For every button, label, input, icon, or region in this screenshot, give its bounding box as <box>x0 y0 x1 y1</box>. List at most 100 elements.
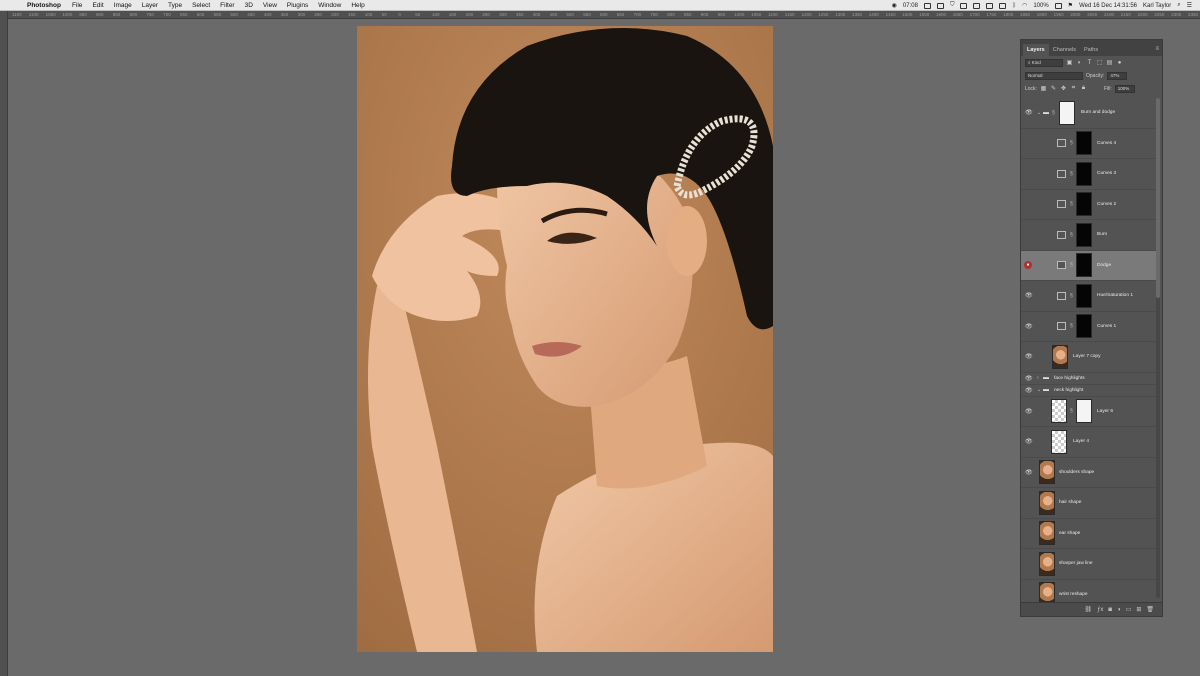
layer-name[interactable]: neck highlight <box>1054 388 1083 393</box>
layer-name[interactable]: Curves 2 <box>1097 202 1116 207</box>
menu-extra-icon[interactable] <box>923 2 931 9</box>
record-icon[interactable]: ◉ <box>892 2 897 9</box>
layer-name[interactable]: Layer 4 <box>1073 439 1089 444</box>
layer-thumbnail[interactable] <box>1039 551 1055 576</box>
layer-name[interactable]: shoulders shape <box>1059 470 1094 475</box>
curves-adjustment-icon[interactable] <box>1057 322 1066 331</box>
menu-image[interactable]: Image <box>114 2 132 9</box>
chevron-right-icon[interactable]: › <box>1037 375 1039 381</box>
menu-window[interactable]: Window <box>318 2 341 9</box>
lock-move-icon[interactable]: ✥ <box>1060 85 1067 92</box>
layer-name[interactable]: Hue/Saturation 1 <box>1097 293 1133 298</box>
layer-thumbnail[interactable] <box>1039 521 1055 546</box>
layer-row[interactable]: ear shape <box>1021 519 1157 549</box>
lock-all-icon[interactable]: 🔒︎ <box>1080 85 1087 92</box>
layer-name[interactable]: Layer 6 <box>1097 409 1113 414</box>
visibility-eye-icon[interactable]: 👁︎ <box>1025 292 1033 299</box>
visibility-eye-icon[interactable]: 👁︎ <box>1025 387 1033 394</box>
layer-name[interactable]: hair shape <box>1059 500 1081 505</box>
layer-name[interactable]: sharper jaw line <box>1059 561 1093 566</box>
layer-name[interactable]: face highlights <box>1054 376 1085 381</box>
layer-name[interactable]: ear shape <box>1059 531 1080 536</box>
shield-icon[interactable]: ⛉ <box>950 2 955 9</box>
layer-row[interactable]: hair shape <box>1021 488 1157 519</box>
layer-mask-thumbnail[interactable] <box>1076 314 1092 339</box>
username[interactable]: Karl Taylor <box>1143 3 1171 9</box>
horizontal-ruler[interactable]: 1160 1100 1050 1000 950 900 850 800 750 700 650 600… <box>8 11 1200 19</box>
curves-adjustment-icon[interactable] <box>1057 230 1066 239</box>
layer-row[interactable]: § Curves 4 <box>1021 129 1157 159</box>
layer-row[interactable]: 👁︎ Layer 4 <box>1021 427 1157 458</box>
hue-saturation-adjustment-icon[interactable] <box>1057 291 1066 300</box>
layer-row[interactable]: 👁︎ Layer 7 copy <box>1021 342 1157 373</box>
visibility-eye-icon[interactable]: 👁︎ <box>1025 375 1033 382</box>
chevron-down-icon[interactable]: ⌄ <box>1037 387 1041 393</box>
layer-mask-thumbnail[interactable] <box>1076 192 1092 217</box>
menu-plugins[interactable]: Plugins <box>287 2 308 9</box>
layer-mask-thumbnail[interactable] <box>1076 283 1092 308</box>
fx-icon[interactable]: ƒx <box>1097 607 1103 613</box>
new-group-icon[interactable]: ▭ <box>1126 606 1132 613</box>
layer-row[interactable]: 👁︎ § Hue/Saturation 1 <box>1021 281 1157 312</box>
layer-thumbnail[interactable] <box>1051 399 1067 424</box>
lock-brush-icon[interactable]: ✎ <box>1050 85 1057 92</box>
layer-name[interactable]: Curves 3 <box>1097 171 1116 176</box>
tab-layers[interactable]: Layers <box>1023 44 1049 56</box>
layer-name[interactable]: wrist reshape <box>1059 592 1088 597</box>
menu-extra-icon[interactable] <box>986 2 994 9</box>
smart-object-filter-icon[interactable]: ▤ <box>1106 59 1113 66</box>
curves-adjustment-icon[interactable] <box>1057 139 1066 148</box>
layer-mask-thumbnail[interactable] <box>1059 100 1075 125</box>
wifi-icon[interactable]: ◠ <box>1022 2 1027 9</box>
visibility-eye-icon[interactable]: 👁︎ <box>1025 109 1033 116</box>
adjustment-filter-icon[interactable]: ◐ <box>1076 60 1083 66</box>
layer-mask-thumbnail[interactable] <box>1076 253 1092 278</box>
layer-thumbnail[interactable] <box>1039 460 1055 485</box>
scrollbar-thumb[interactable] <box>1156 98 1160 298</box>
layer-mask-thumbnail[interactable] <box>1076 222 1092 247</box>
panel-menu-icon[interactable]: ≡ <box>1155 46 1159 52</box>
layer-row[interactable]: 👁︎ § Layer 6 <box>1021 397 1157 427</box>
datetime[interactable]: Wed 16 Dec 14:31:56 <box>1079 3 1137 9</box>
control-center-icon[interactable]: ☰ <box>1187 2 1192 9</box>
menu-view[interactable]: View <box>263 2 277 9</box>
tab-paths[interactable]: Paths <box>1080 44 1102 56</box>
blend-mode-select[interactable]: Normal <box>1025 71 1083 80</box>
app-menu[interactable]: Photoshop <box>27 2 61 9</box>
menu-extra-icon[interactable] <box>999 2 1007 9</box>
battery-icon[interactable] <box>1054 2 1062 9</box>
pixel-filter-icon[interactable]: ▣ <box>1066 59 1073 66</box>
visibility-eye-icon[interactable]: 👁︎ <box>1025 323 1033 330</box>
layer-row[interactable]: § Curves 2 <box>1021 190 1157 220</box>
menu-file[interactable]: File <box>72 2 82 9</box>
layer-mask-thumbnail[interactable] <box>1076 131 1092 156</box>
layer-row[interactable]: § Curves 3 <box>1021 159 1157 190</box>
layer-row[interactable]: § Burn <box>1021 220 1157 251</box>
layer-row-folder[interactable]: 👁︎ › ▬ face highlights <box>1021 373 1157 385</box>
menu-extra-icon[interactable] <box>960 2 968 9</box>
visibility-eye-icon[interactable]: 👁︎ <box>1025 469 1033 476</box>
add-mask-icon[interactable]: ◙ <box>1108 607 1112 613</box>
menu-select[interactable]: Select <box>192 2 210 9</box>
layer-name[interactable]: Dodge <box>1097 263 1111 268</box>
layer-row-group[interactable]: 👁︎ ⌄ ▬ § Burn and dodge <box>1021 98 1157 129</box>
menu-extra-icon[interactable] <box>973 2 981 9</box>
layer-row[interactable]: 👁︎ shoulders shape <box>1021 458 1157 488</box>
flag-icon[interactable]: ⚑ <box>1068 2 1073 9</box>
layer-row[interactable]: sharper jaw line <box>1021 549 1157 580</box>
shape-filter-icon[interactable]: ⬚ <box>1096 59 1103 66</box>
layer-name[interactable]: Burn <box>1097 232 1107 237</box>
visibility-eye-icon[interactable]: ● <box>1024 261 1032 270</box>
menu-extra-icon[interactable] <box>936 2 944 9</box>
lock-transparency-icon[interactable]: ▦ <box>1040 85 1047 92</box>
menu-3d[interactable]: 3D <box>245 2 253 9</box>
visibility-eye-icon[interactable]: 👁︎ <box>1025 353 1033 360</box>
layer-thumbnail[interactable] <box>1051 429 1067 454</box>
adjustment-layer-icon[interactable]: ◑ <box>1117 607 1121 613</box>
curves-adjustment-icon[interactable] <box>1057 200 1066 209</box>
chevron-down-icon[interactable]: ⌄ <box>1037 110 1041 116</box>
menu-help[interactable]: Help <box>351 2 364 9</box>
menu-layer[interactable]: Layer <box>142 2 158 9</box>
fill-field[interactable]: 100% <box>1114 84 1135 93</box>
filter-toggle-icon[interactable]: ● <box>1116 60 1123 66</box>
